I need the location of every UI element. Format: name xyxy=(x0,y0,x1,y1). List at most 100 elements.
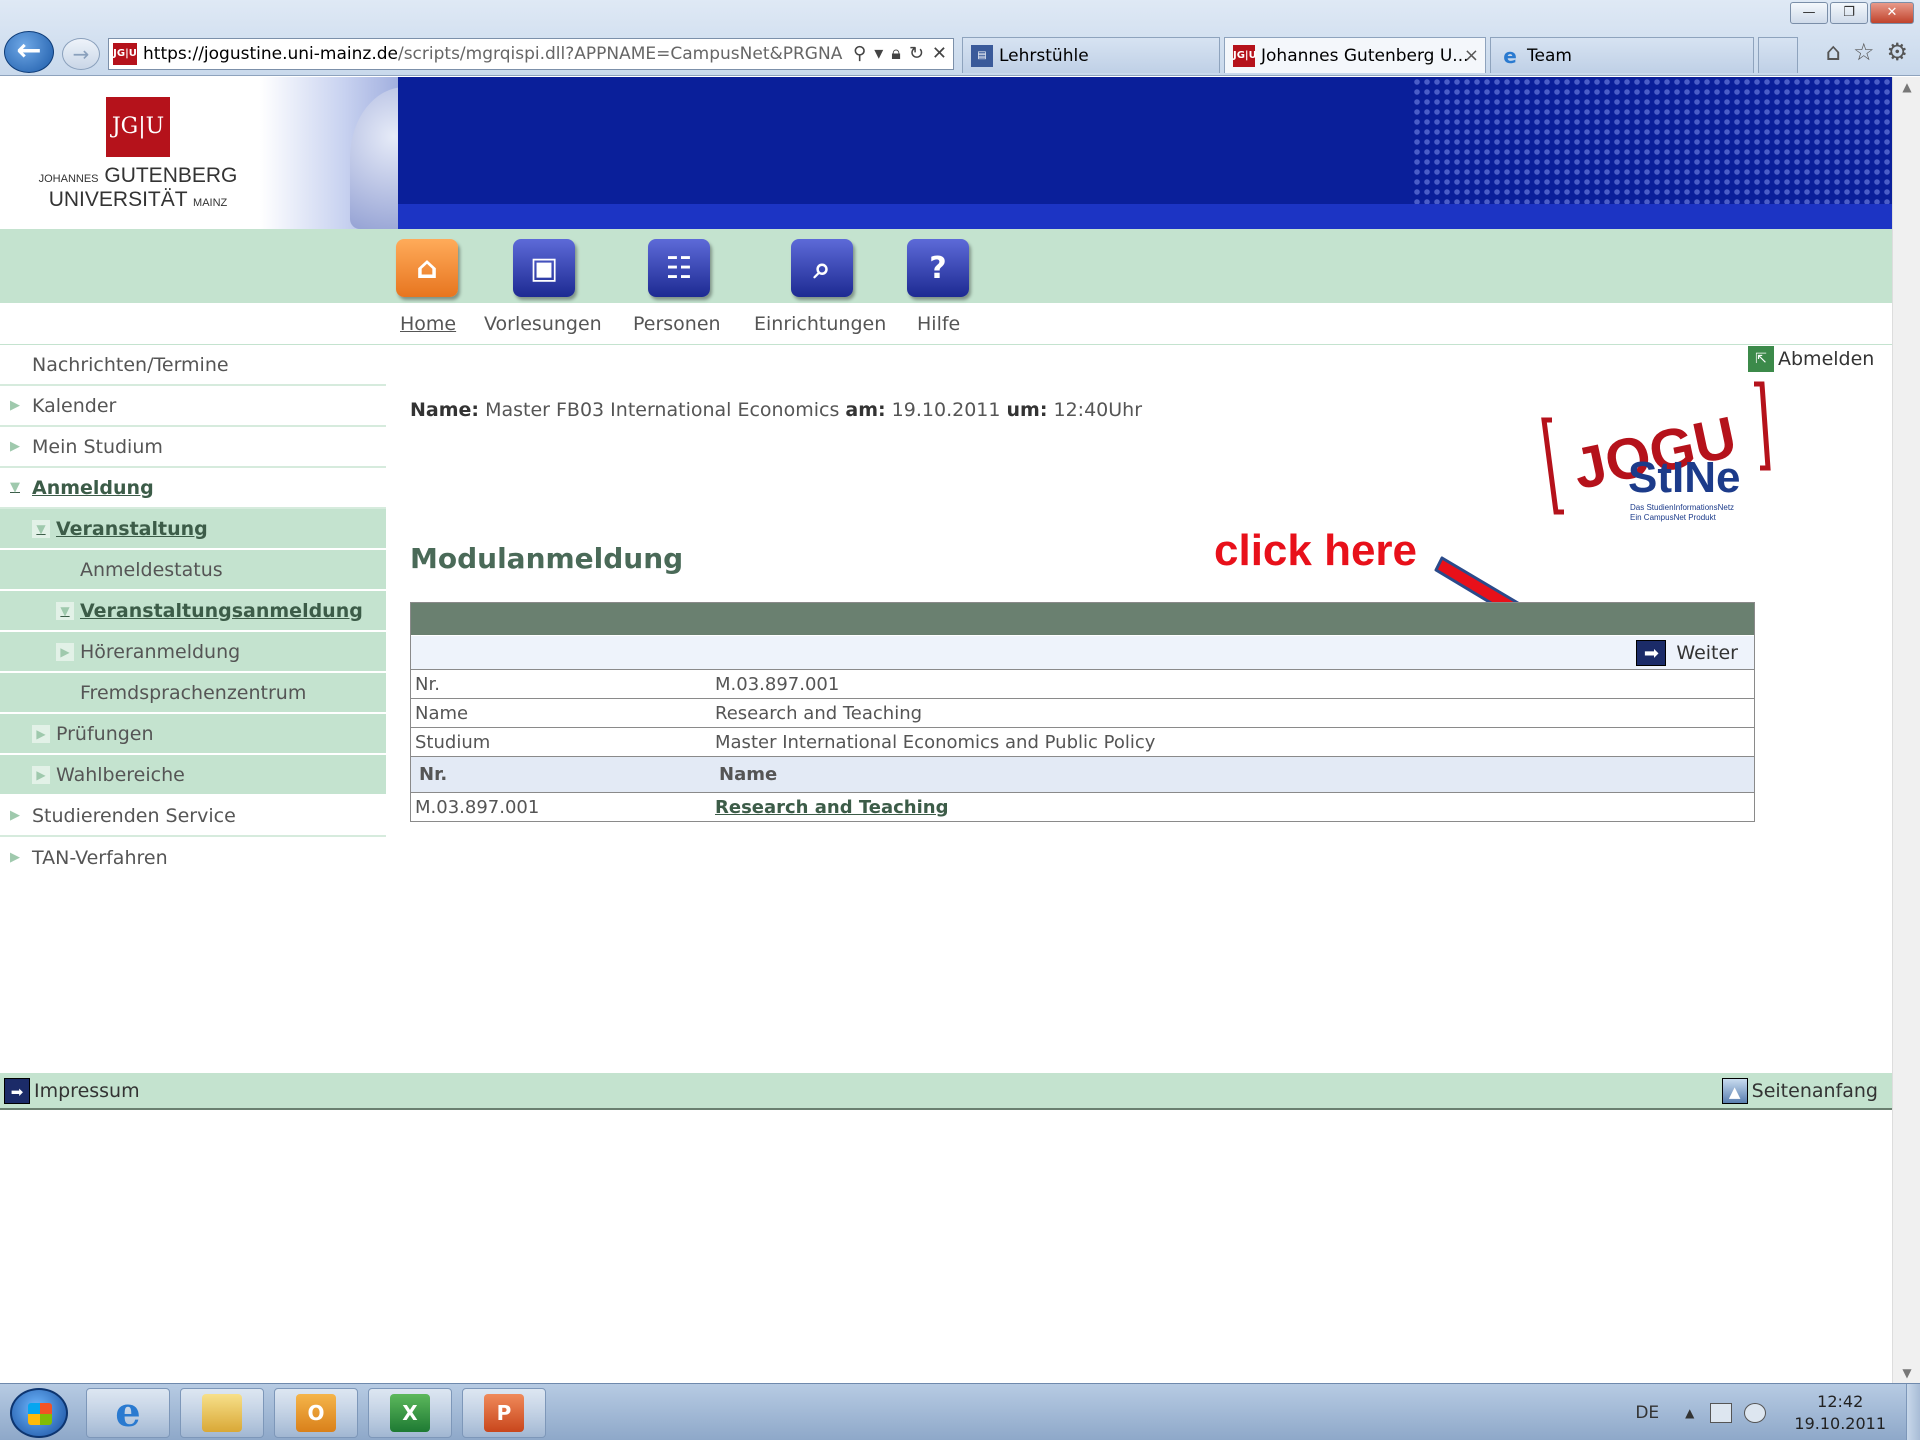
windows-taskbar: e O X P DE ▲ 12:42 19.10.2011 xyxy=(0,1383,1920,1440)
expand-arrow-icon: ▶ xyxy=(10,439,20,454)
refresh-icon[interactable]: ↻ xyxy=(909,43,924,64)
language-indicator[interactable]: DE xyxy=(1635,1403,1659,1423)
expand-arrow-icon: ▶ xyxy=(10,398,20,413)
logout-label: Abmelden xyxy=(1778,348,1875,370)
page-footer: ➡ Impressum ▲ Seitenanfang xyxy=(0,1073,1892,1110)
ie-icon: e xyxy=(1503,43,1517,68)
main-nav-labels: Home Vorlesungen Personen Einrichtungen … xyxy=(0,303,1892,345)
restore-button[interactable]: ❐ xyxy=(1830,2,1868,24)
detail-label: Studium xyxy=(415,731,491,753)
clock[interactable]: 12:42 19.10.2011 xyxy=(1794,1391,1886,1435)
annotation-text: click here xyxy=(1214,526,1418,575)
minimize-button[interactable]: — xyxy=(1790,2,1828,24)
weiter-button[interactable]: Weiter xyxy=(1676,642,1738,664)
vertical-scrollbar[interactable]: ▲ ▼ xyxy=(1892,77,1920,1383)
show-hidden-icons-icon[interactable]: ▲ xyxy=(1685,1406,1694,1420)
people-icon[interactable]: ☷ xyxy=(648,239,710,297)
arrow-right-icon[interactable]: ➡ xyxy=(1636,639,1667,666)
home-icon[interactable]: ⌂ xyxy=(396,239,458,297)
lock-icon[interactable]: 🔒︎ xyxy=(891,43,901,64)
detail-value: M.03.897.001 xyxy=(715,673,840,695)
sidebar-item-veranstaltung[interactable]: ▼ Veranstaltung xyxy=(0,509,386,550)
header-banner-strip xyxy=(398,204,1892,229)
collapse-arrow-icon: ▼ xyxy=(10,480,20,495)
search-icon[interactable]: ⚲ xyxy=(853,43,866,64)
address-bar[interactable]: JG|U https://jogustine.uni-mainz.de/scri… xyxy=(108,38,954,70)
sidebar-item-nachrichten[interactable]: Nachrichten/Termine xyxy=(0,345,386,386)
taskbar-excel[interactable]: X xyxy=(368,1388,452,1438)
expand-arrow-icon: ▶ xyxy=(32,765,50,784)
back-button[interactable]: ← xyxy=(4,31,54,73)
nav-personen[interactable]: Personen xyxy=(633,313,721,335)
help-icon[interactable]: ? xyxy=(907,239,969,297)
browser-chrome: — ❐ ✕ ← → JG|U https://jogustine.uni-mai… xyxy=(0,0,1920,76)
sidebar-item-wahlbereiche[interactable]: ▶ Wahlbereiche xyxy=(0,755,386,796)
folder-icon xyxy=(202,1394,242,1432)
nav-einrichtungen[interactable]: Einrichtungen xyxy=(754,313,886,335)
column-header-name: Name xyxy=(719,764,778,785)
sidebar-item-studierenden-service[interactable]: ▶ Studierenden Service xyxy=(0,796,386,837)
impressum-link[interactable]: ➡ Impressum xyxy=(0,1077,154,1104)
sidebar-item-kalender[interactable]: ▶ Kalender xyxy=(0,386,386,427)
site-favicon-icon: JG|U xyxy=(1233,44,1257,67)
lecture-icon[interactable]: ▣ xyxy=(513,239,575,297)
sidebar: Nachrichten/Termine ▶ Kalender ▶ Mein St… xyxy=(0,345,386,878)
sidebar-item-hoereranmeldung[interactable]: ▶ Höreranmeldung xyxy=(0,632,386,673)
sidebar-item-fremdsprachenzentrum[interactable]: Fremdsprachenzentrum xyxy=(0,673,386,714)
start-button[interactable] xyxy=(10,1388,68,1438)
sidebar-item-anmeldestatus[interactable]: Anmeldestatus xyxy=(0,550,386,591)
taskbar-outlook[interactable]: O xyxy=(274,1388,358,1438)
sidebar-item-veranstaltungsanmeldung[interactable]: ▼ Veranstaltungsanmeldung xyxy=(0,591,386,632)
tab-label: Johannes Gutenberg U... xyxy=(1261,45,1469,66)
url-path: /scripts/mgrqispi.dll?APPNAME=CampusNet&… xyxy=(397,44,843,64)
module-name-link[interactable]: Research and Teaching xyxy=(715,797,948,818)
sidebar-item-mein-studium[interactable]: ▶ Mein Studium xyxy=(0,427,386,468)
logo-tagline1: Das StudienInformationsNetz xyxy=(1630,503,1734,512)
nav-hilfe[interactable]: Hilfe xyxy=(917,313,960,335)
close-window-button[interactable]: ✕ xyxy=(1870,2,1914,24)
show-desktop-button[interactable] xyxy=(1906,1384,1920,1440)
nav-home[interactable]: Home xyxy=(400,313,456,335)
logo-tagline2: Ein CampusNet Produkt xyxy=(1630,513,1717,522)
scroll-up-icon[interactable]: ▲ xyxy=(1893,77,1920,97)
tab-team[interactable]: e Team xyxy=(1490,37,1754,73)
stop-icon[interactable]: ✕ xyxy=(932,43,947,64)
jgu-logo[interactable]: JG|U JOHANNES GUTENBERG UNIVERSITÄT MAIN… xyxy=(18,97,258,213)
gear-icon[interactable]: ⚙ xyxy=(1886,38,1908,66)
sidebar-item-tan-verfahren[interactable]: ▶ TAN-Verfahren xyxy=(0,837,386,878)
tab-lehrstuehle[interactable]: ▤ Lehrstühle xyxy=(962,37,1220,73)
sidebar-item-anmeldung[interactable]: ▼ Anmeldung xyxy=(0,468,386,509)
detail-value: Research and Teaching xyxy=(715,702,923,724)
home-icon[interactable]: ⌂ xyxy=(1826,38,1841,66)
taskbar-explorer[interactable] xyxy=(180,1388,264,1438)
arrow-right-icon: ➡ xyxy=(4,1077,30,1104)
detail-row: Studium Master International Economics a… xyxy=(411,727,1754,756)
exit-icon: ⇱ xyxy=(1748,346,1774,372)
close-tab-icon[interactable]: × xyxy=(1464,45,1479,66)
taskbar-internet-explorer[interactable]: e xyxy=(86,1388,170,1438)
taskbar-powerpoint[interactable]: P xyxy=(462,1388,546,1438)
sidebar-item-label: Höreranmeldung xyxy=(80,640,241,663)
column-header-nr: Nr. xyxy=(419,764,448,785)
scroll-down-icon[interactable]: ▼ xyxy=(1893,1363,1920,1383)
logo-line1: JOHANNES GUTENBERG xyxy=(38,164,238,187)
new-tab-button[interactable] xyxy=(1758,37,1798,73)
collapse-arrow-icon: ▼ xyxy=(56,601,74,620)
nav-vorlesungen[interactable]: Vorlesungen xyxy=(484,313,602,335)
collapse-arrow-icon: ▼ xyxy=(32,519,50,538)
logout-link[interactable]: ⇱ Abmelden xyxy=(1748,346,1874,372)
volume-muted-icon[interactable] xyxy=(1744,1402,1767,1423)
impressum-label: Impressum xyxy=(34,1079,140,1102)
sidebar-item-pruefungen[interactable]: ▶ Prüfungen xyxy=(0,714,386,755)
top-of-page-link[interactable]: ▲ Seitenanfang xyxy=(1718,1077,1892,1104)
sidebar-item-label: Veranstaltungsanmeldung xyxy=(80,599,363,622)
sidebar-item-label: Veranstaltung xyxy=(56,517,208,540)
search-building-icon[interactable]: ⌕ xyxy=(791,239,853,297)
forward-button[interactable]: → xyxy=(62,38,100,70)
tab-jgu[interactable]: JG|U Johannes Gutenberg U... × xyxy=(1224,37,1486,73)
ie-icon: e xyxy=(115,1389,141,1436)
favorites-star-icon[interactable]: ☆ xyxy=(1853,38,1875,66)
dropdown-icon[interactable]: ▾ xyxy=(874,43,883,64)
network-icon[interactable] xyxy=(1710,1402,1733,1423)
top-of-page-label: Seitenanfang xyxy=(1751,1079,1878,1102)
